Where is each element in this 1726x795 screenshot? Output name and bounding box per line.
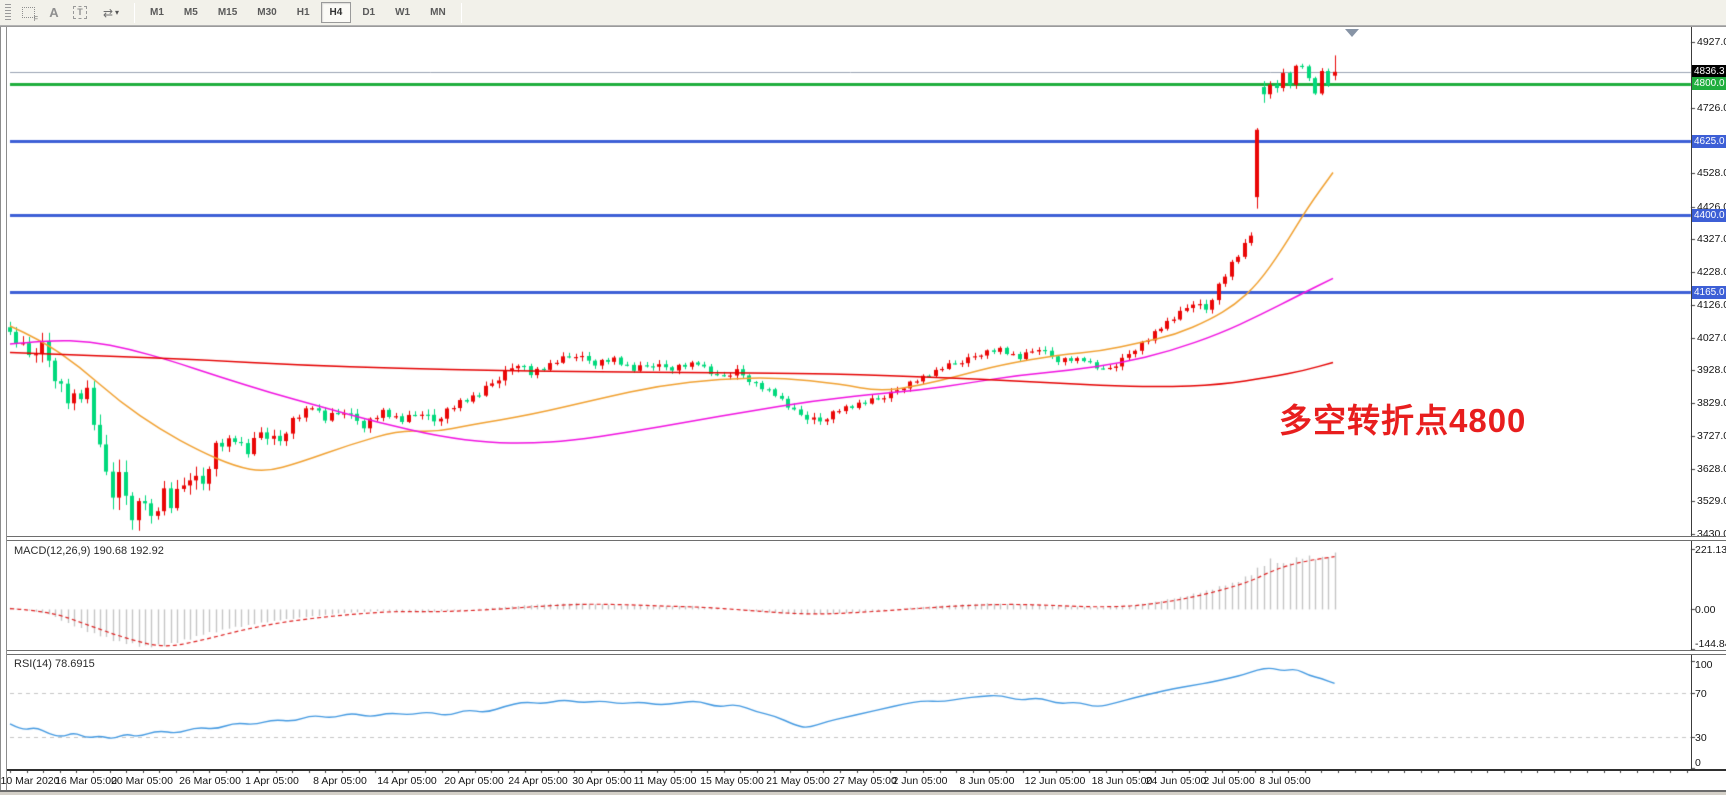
tf-button-M30[interactable]: M30 [248, 2, 285, 23]
price-tick-label: 3628.0 [1697, 463, 1726, 475]
price-badge-4400.0: 4400.0 [1692, 209, 1726, 222]
price-tick-label: 4927.0 [1697, 36, 1726, 48]
tf-button-MN[interactable]: MN [421, 2, 455, 23]
date-label: 12 Jun 05:00 [1025, 775, 1086, 787]
tf-button-M1[interactable]: M1 [141, 2, 173, 23]
date-label: 24 Apr 05:00 [508, 775, 568, 787]
timeframe-buttons: M1M5M15M30H1H4D1W1MN [140, 2, 456, 23]
price-badge-4800.0: 4800.0 [1692, 77, 1726, 90]
date-label: 26 Mar 05:00 [179, 775, 241, 787]
price-axis-separator [1691, 27, 1692, 770]
dotted-grid-f-icon[interactable]: F [16, 2, 40, 24]
cursor-mode-icon[interactable]: ⇄ ▾ [94, 2, 128, 24]
toolbar-separator [134, 3, 135, 23]
rsi-tick-label: 70 [1695, 688, 1707, 700]
date-label: 2 Jun 05:00 [893, 775, 948, 787]
price-badge-4165.0: 4165.0 [1692, 286, 1726, 299]
top-toolbar: F A T ⇄ ▾ M1M5M15M30H1H4D1W1MN [0, 0, 1726, 26]
macd-tick-label: 0.00 [1695, 604, 1715, 616]
price-tick-label: 3529.0 [1697, 495, 1726, 507]
rsi-indicator-label: RSI(14) 78.6915 [14, 658, 95, 670]
price-tick-label: 4126.0 [1697, 299, 1726, 311]
macd-tick-label: 221.13 [1695, 544, 1726, 556]
macd-tick-label: -144.84 [1695, 638, 1726, 650]
price-tick-label: 4528.0 [1697, 167, 1726, 179]
date-label: 27 May 05:00 [833, 775, 897, 787]
macd-indicator-label: MACD(12,26,9) 190.68 192.92 [14, 545, 164, 557]
price-tick-label: 3928.0 [1697, 364, 1726, 376]
date-label: 8 Apr 05:00 [313, 775, 367, 787]
date-label: 8 Jul 05:00 [1259, 775, 1310, 787]
macd-pane-divider[interactable] [7, 536, 1726, 541]
window-top-border [0, 26, 1726, 27]
text-tool-icon[interactable]: T [68, 2, 92, 24]
date-label: 18 Jun 05:00 [1092, 775, 1153, 787]
chart-shift-marker-icon[interactable] [1345, 29, 1359, 37]
date-label: 30 Apr 05:00 [572, 775, 632, 787]
annotation-text[interactable]: 多空转折点4800 [1279, 394, 1526, 442]
date-label: 21 May 05:00 [766, 775, 830, 787]
price-tick-label: 3727.0 [1697, 430, 1726, 442]
tf-button-W1[interactable]: W1 [386, 2, 419, 23]
date-label: 20 Apr 05:00 [444, 775, 504, 787]
tf-button-M5[interactable]: M5 [175, 2, 207, 23]
text-label-icon[interactable]: A [42, 2, 66, 24]
rsi-bottom-border [7, 769, 1726, 771]
toolbar-grip[interactable] [5, 4, 11, 22]
date-label: 2 Jul 05:00 [1203, 775, 1254, 787]
dotted-box-icon [22, 7, 35, 18]
tf-button-D1[interactable]: D1 [353, 2, 384, 23]
date-label: 8 Jun 05:00 [960, 775, 1015, 787]
price-tick-label: 4327.0 [1697, 233, 1726, 245]
rsi-tick-label: 30 [1695, 732, 1707, 744]
window-left-border-inner [6, 27, 7, 790]
rsi-tick-label: 100 [1695, 659, 1713, 671]
window-left-border-outer [0, 27, 1, 795]
f-subscript: F [34, 16, 38, 23]
date-label: 16 Mar 05:00 [55, 775, 117, 787]
price-tick-label: 4726.0 [1697, 102, 1726, 114]
rsi-tick-label: 0 [1695, 757, 1701, 769]
tf-button-M15[interactable]: M15 [209, 2, 246, 23]
date-label: 1 Apr 05:00 [245, 775, 299, 787]
tf-button-H1[interactable]: H1 [288, 2, 319, 23]
rsi-pane-divider[interactable] [7, 650, 1726, 655]
date-label: 15 May 05:00 [700, 775, 764, 787]
date-label: 14 Apr 05:00 [377, 775, 437, 787]
arrows-icon: ⇄ [103, 6, 113, 20]
price-tick-label: 4027.0 [1697, 332, 1726, 344]
date-label: 11 May 05:00 [634, 775, 697, 787]
dropdown-caret-icon: ▾ [115, 8, 119, 17]
date-label: 20 Mar 05:00 [111, 775, 173, 787]
price-tick-label: 4228.0 [1697, 266, 1726, 278]
tf-button-H4[interactable]: H4 [321, 2, 352, 23]
price-badge-4625.0: 4625.0 [1692, 135, 1726, 148]
date-label: 10 Mar 2020 [1, 775, 60, 787]
toolbar-separator-2 [461, 3, 462, 23]
price-tick-label: 3829.0 [1697, 397, 1726, 409]
date-label: 24 Jun 05:00 [1146, 775, 1207, 787]
